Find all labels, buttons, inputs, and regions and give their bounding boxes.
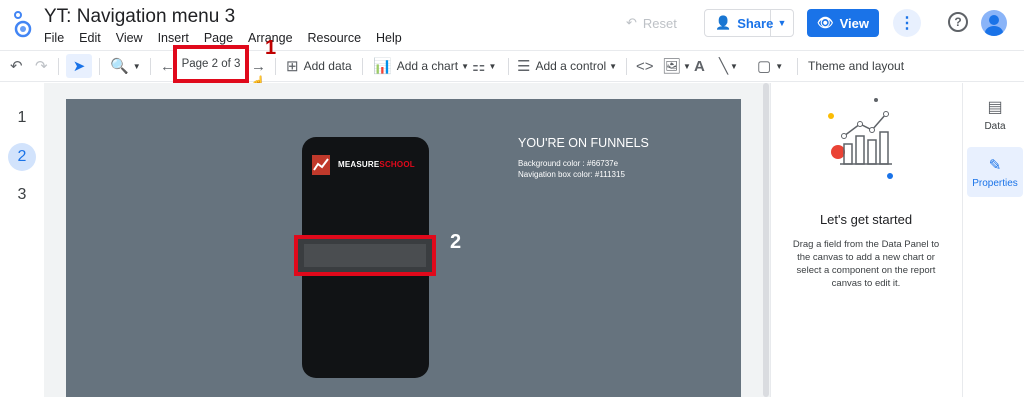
text-box-icon[interactable]: A	[694, 51, 705, 81]
data-table-icon: ▤	[987, 98, 1003, 116]
menu-help[interactable]: Help	[376, 31, 402, 45]
add-data-button[interactable]: ⊞ Add data	[286, 51, 352, 81]
share-label: Share	[737, 15, 774, 31]
menu-edit[interactable]: Edit	[79, 31, 101, 45]
menu-bar: File Edit View Insert Page Arrange Resou…	[44, 31, 417, 45]
share-dropdown-icon[interactable]: ▼	[771, 18, 793, 28]
reset-label: Reset	[642, 15, 677, 31]
annotation-number-one: 1	[265, 37, 277, 59]
image-icon: 🖼	[662, 58, 682, 75]
chevron-down-icon: ▼	[488, 61, 497, 71]
menu-insert[interactable]: Insert	[158, 31, 189, 45]
line-button[interactable]: ╲ ▼	[719, 51, 738, 81]
help-icon[interactable]: ?	[948, 12, 968, 32]
looker-studio-logo[interactable]	[12, 10, 34, 40]
tab-properties[interactable]: ✎ Properties	[967, 147, 1023, 197]
reset-button[interactable]: ↶ Reset	[626, 10, 690, 36]
view-button[interactable]: 👁 View	[807, 9, 879, 37]
panel-heading: Let's get started	[819, 212, 913, 227]
theme-layout-label: Theme and layout	[808, 59, 905, 73]
page-1-button[interactable]: 1	[8, 104, 36, 132]
embed-code-icon[interactable]: <>	[636, 51, 654, 81]
share-button[interactable]: 👤 Share ▼	[704, 9, 794, 37]
side-tabs: ▤ Data ✎ Properties	[962, 83, 1024, 397]
menu-view[interactable]: View	[116, 31, 143, 45]
page-indicator-label: Page 2 of 3	[181, 58, 241, 70]
add-data-label: Add data	[303, 59, 352, 73]
canvas-scrollbar[interactable]	[762, 83, 770, 397]
redo-icon[interactable]: ↷	[35, 51, 48, 81]
background-color-line: Background color : #66737e	[518, 159, 619, 168]
zoom-icon: 🔍	[110, 58, 129, 75]
add-control-label: Add a control	[535, 59, 607, 73]
navigation-box[interactable]	[294, 235, 436, 276]
page-2-button[interactable]: 2	[8, 143, 36, 171]
add-chart-button[interactable]: 📊 Add a chart ▼	[373, 51, 469, 81]
add-control-icon: ☰	[517, 58, 531, 75]
brand-name: MEASURESCHOOL	[338, 160, 415, 169]
avatar[interactable]	[981, 10, 1007, 36]
chevron-down-icon: ▼	[775, 61, 784, 71]
image-button[interactable]: 🖼 ▼	[662, 51, 691, 81]
add-data-icon: ⊞	[286, 58, 299, 75]
tab-properties-label: Properties	[972, 177, 1018, 189]
add-control-button[interactable]: ☰ Add a control ▼	[517, 51, 617, 81]
select-cursor-icon[interactable]: ➤	[66, 54, 92, 78]
chevron-down-icon: ▼	[609, 61, 618, 71]
page-indicator[interactable]: Page 2 of 3	[173, 45, 249, 83]
add-person-icon: 👤	[715, 15, 732, 30]
annotation-number-two: 2	[450, 231, 462, 253]
line-icon: ╲	[719, 58, 729, 75]
undo-icon[interactable]: ↶	[10, 51, 23, 81]
chevron-down-icon: ▼	[132, 61, 141, 71]
menu-page[interactable]: Page	[204, 31, 233, 45]
page-3-button[interactable]: 3	[8, 181, 36, 209]
tab-data[interactable]: ▤ Data	[967, 89, 1023, 139]
panel-description: Drag a field from the Data Panel to the …	[792, 239, 940, 289]
menu-file[interactable]: File	[44, 31, 64, 45]
report-title[interactable]: YT: Navigation menu 3	[44, 6, 235, 28]
more-options-button[interactable]: ⋮	[893, 9, 921, 37]
chevron-down-icon: ▼	[730, 61, 738, 71]
zoom-button[interactable]: 🔍 ▼	[110, 51, 141, 81]
measureschool-logo	[312, 155, 330, 175]
eye-icon: 👁	[817, 15, 834, 30]
tab-data-label: Data	[984, 120, 1006, 132]
undo-all-icon: ↶	[626, 15, 637, 30]
pencil-icon: ✎	[988, 156, 1002, 174]
view-label: View	[839, 15, 869, 31]
add-chart-icon: 📊	[373, 58, 392, 75]
menu-resource[interactable]: Resource	[308, 31, 362, 45]
page-navigator: 1 2 3	[0, 83, 44, 397]
community-viz-icon: ⚏	[472, 58, 486, 75]
toolbar: ↶ ↷ ➤ 🔍 ▼ ← → ⊞ Add data 📊 Add a chart ▼…	[0, 50, 1024, 82]
chevron-down-icon: ▼	[683, 61, 691, 71]
color-info-text[interactable]: Background color : #66737e Navigation bo…	[518, 158, 625, 180]
chevron-down-icon: ▼	[461, 61, 469, 71]
funnel-heading[interactable]: YOU'RE ON FUNNELS	[518, 136, 649, 150]
shape-button[interactable]: ▢ ▼	[757, 51, 783, 81]
chart-illustration-icon	[824, 96, 900, 180]
rectangle-icon: ▢	[757, 58, 772, 75]
navigation-color-line: Navigation box color: #111315	[518, 170, 625, 179]
theme-layout-button[interactable]: Theme and layout	[808, 51, 904, 81]
add-chart-label: Add a chart	[396, 59, 459, 73]
community-viz-button[interactable]: ⚏ ▼	[472, 51, 496, 81]
